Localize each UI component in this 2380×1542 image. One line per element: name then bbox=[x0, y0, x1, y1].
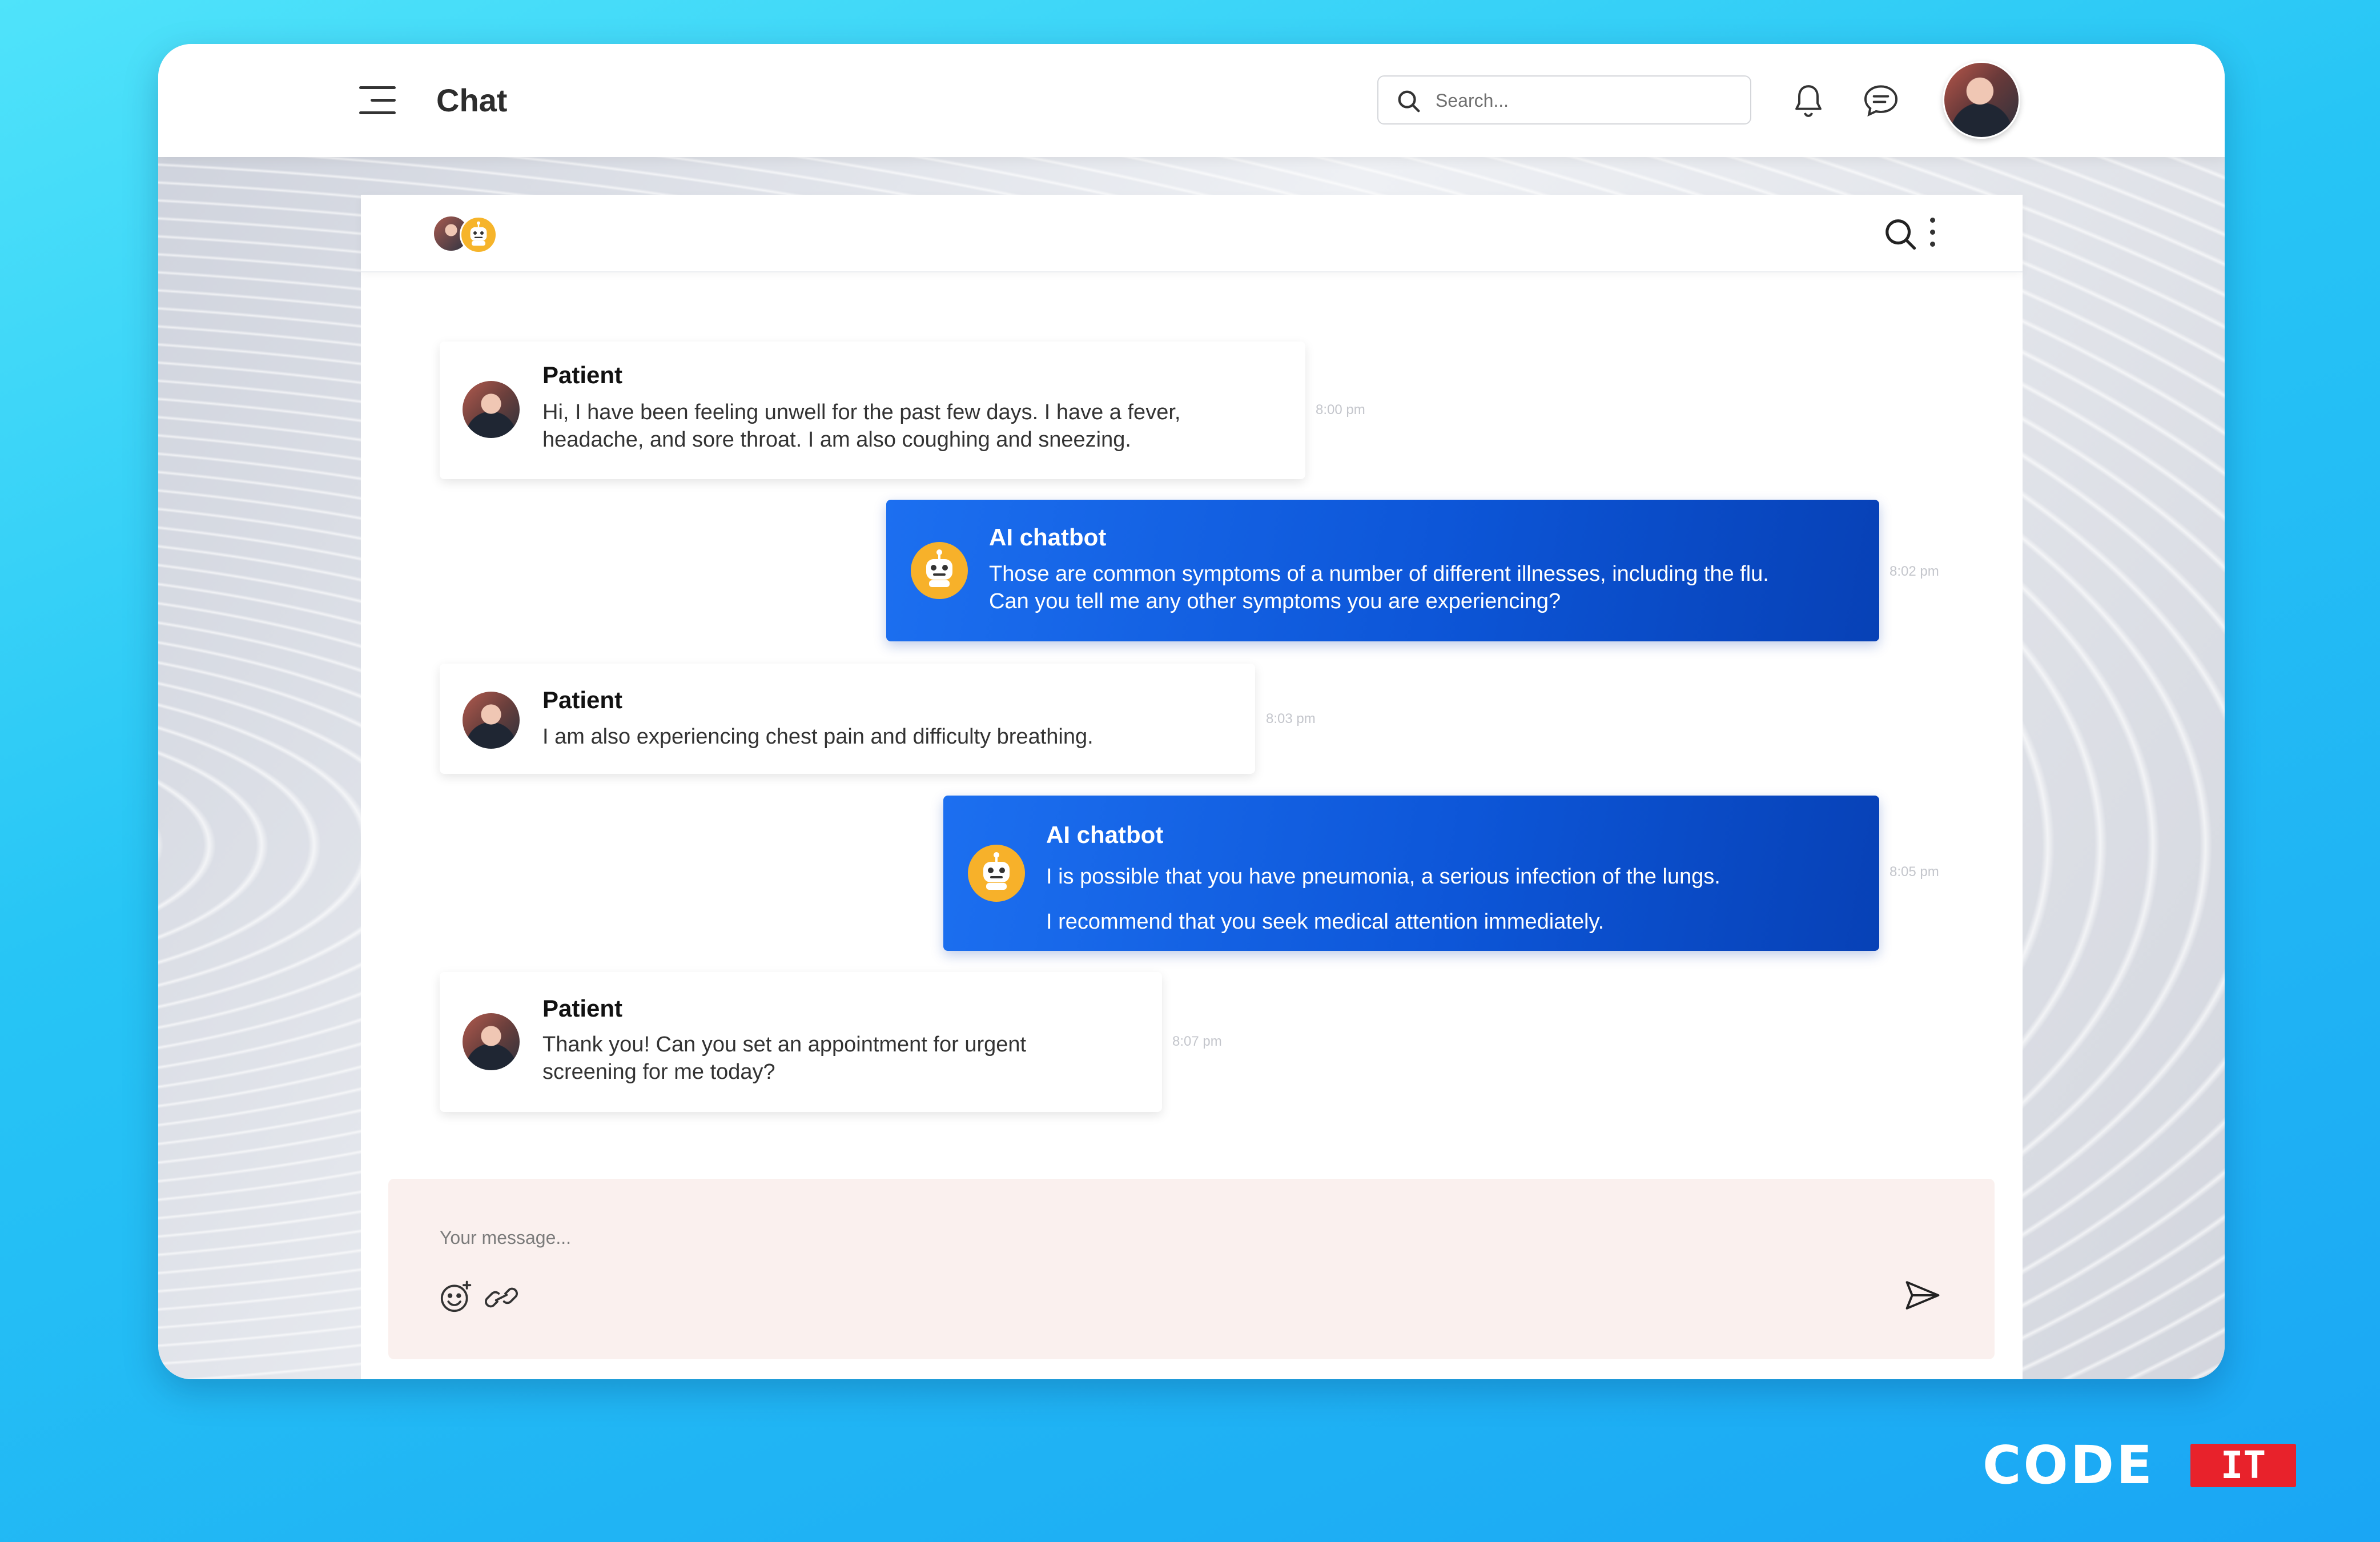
message-text: I am also experiencing chest pain and di… bbox=[542, 723, 1093, 750]
search-bar[interactable] bbox=[1377, 75, 1751, 125]
message-line: I recommend that you seek medical attent… bbox=[1046, 910, 1605, 934]
page-title: Chat bbox=[436, 82, 508, 118]
message-patient: Patient I am also experiencing chest pai… bbox=[440, 664, 1255, 774]
bell-icon[interactable] bbox=[1791, 83, 1826, 119]
emoji-add-icon[interactable] bbox=[439, 1280, 473, 1314]
message-line: screening for me today? bbox=[542, 1060, 775, 1084]
user-avatar[interactable] bbox=[1943, 61, 2020, 139]
link-icon[interactable] bbox=[483, 1282, 520, 1314]
message-input[interactable] bbox=[440, 1223, 1810, 1252]
app-window: Chat Patient Hi, I have been bbox=[158, 44, 2225, 1379]
message-sender: AI chatbot bbox=[1046, 821, 1164, 848]
search-icon[interactable] bbox=[1883, 216, 1918, 252]
message-bot: AI chatbot Those are common symptoms of … bbox=[886, 500, 1879, 641]
message-sender: Patient bbox=[542, 995, 623, 1022]
message-sender: Patient bbox=[542, 686, 623, 713]
top-bar: Chat bbox=[158, 44, 2225, 157]
message-patient: Patient Hi, I have been feeling unwell f… bbox=[440, 342, 1305, 479]
search-icon bbox=[1398, 90, 1420, 113]
patient-avatar bbox=[463, 381, 520, 438]
chat-bubble-icon[interactable] bbox=[1863, 83, 1899, 118]
message-text: Hi, I have been feeling unwell for the p… bbox=[542, 399, 1180, 453]
message-text: Those are common symptoms of a number of… bbox=[989, 560, 1769, 615]
message-time: 8:07 pm bbox=[1172, 1034, 1222, 1049]
search-input[interactable] bbox=[1436, 87, 1732, 114]
patient-avatar bbox=[463, 692, 520, 749]
message-bot: AI chatbot I is possible that you have p… bbox=[943, 796, 1879, 951]
message-composer bbox=[388, 1179, 1995, 1359]
message-line: Can you tell me any other symptoms you a… bbox=[989, 589, 1561, 613]
message-sender: Patient bbox=[542, 362, 623, 388]
bot-mini-avatar bbox=[460, 216, 497, 254]
message-time: 8:00 pm bbox=[1316, 402, 1365, 417]
message-time: 8:03 pm bbox=[1266, 711, 1316, 726]
message-line: headache, and sore throat. I am also cou… bbox=[542, 428, 1131, 452]
bot-avatar bbox=[968, 845, 1025, 902]
robot-icon bbox=[470, 221, 487, 246]
brand-it-badge: IT bbox=[2190, 1444, 2296, 1487]
robot-icon bbox=[926, 549, 952, 587]
patient-avatar bbox=[463, 1013, 520, 1070]
message-time: 8:02 pm bbox=[1889, 564, 1939, 579]
bot-avatar bbox=[911, 542, 968, 599]
message-line: Hi, I have been feeling unwell for the p… bbox=[542, 400, 1181, 424]
robot-icon bbox=[983, 852, 1010, 890]
brand-code-text: CODE bbox=[1983, 1435, 2154, 1496]
message-line: Those are common symptoms of a number of… bbox=[989, 562, 1769, 586]
message-line: I is possible that you have pneumonia, a… bbox=[1046, 865, 1720, 889]
menu-icon[interactable] bbox=[359, 86, 396, 115]
message-time: 8:05 pm bbox=[1889, 864, 1939, 880]
message-line: I am also experiencing chest pain and di… bbox=[542, 725, 1093, 749]
message-text: I is possible that you have pneumonia, a… bbox=[1046, 854, 1720, 945]
participants-avatars bbox=[432, 215, 501, 255]
send-icon[interactable] bbox=[1904, 1279, 1941, 1311]
message-patient: Patient Thank you! Can you set an appoin… bbox=[440, 972, 1162, 1112]
message-line: Thank you! Can you set an appointment fo… bbox=[542, 1033, 1027, 1057]
more-vertical-icon[interactable] bbox=[1928, 218, 1936, 247]
message-text: Thank you! Can you set an appointment fo… bbox=[542, 1031, 1026, 1086]
message-sender: AI chatbot bbox=[989, 524, 1107, 551]
chat-header bbox=[361, 195, 2023, 272]
